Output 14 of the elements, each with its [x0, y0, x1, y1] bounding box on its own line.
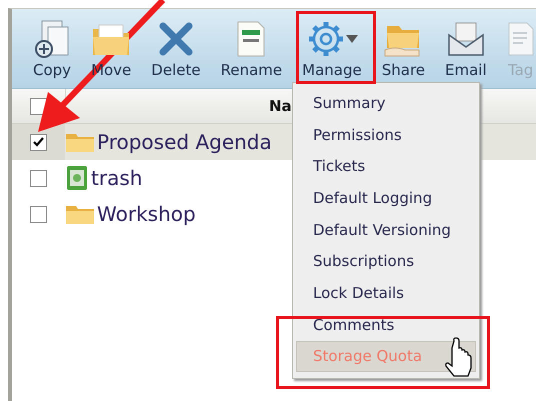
column-header: Na [269, 97, 292, 115]
toolbar-button[interactable]: Email [445, 19, 487, 79]
menu-item[interactable]: Summary [296, 87, 476, 119]
toolbar-button[interactable]: Rename [220, 19, 282, 79]
menu-item[interactable]: Comments [296, 308, 476, 340]
file-name[interactable]: Workshop [97, 202, 196, 226]
toolbar-button[interactable]: Copy [33, 19, 72, 79]
toolbar-button[interactable]: Manage [302, 19, 362, 79]
toolbar-button[interactable]: Share [382, 19, 426, 79]
menu-item[interactable]: Subscriptions [296, 245, 476, 278]
toolbar-button[interactable]: Delete [151, 19, 201, 79]
file-name[interactable]: trash [91, 166, 142, 190]
file-name[interactable]: Proposed Agenda [97, 130, 272, 154]
menu-item[interactable]: Lock Details [296, 277, 476, 309]
